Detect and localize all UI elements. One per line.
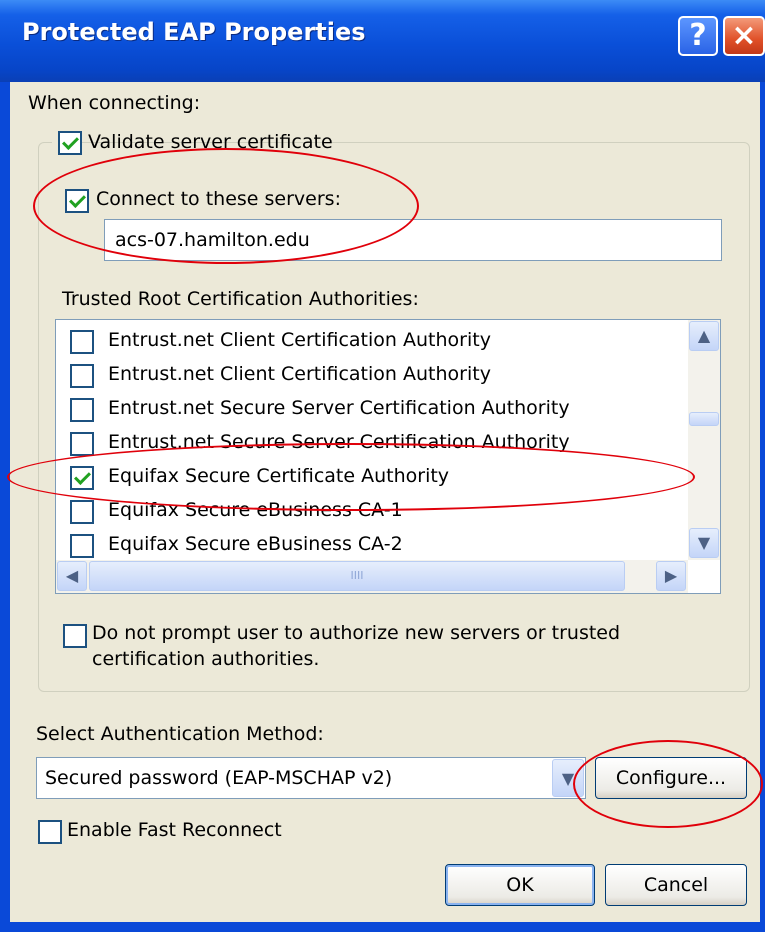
horizontal-scrollbar[interactable]: ◀ IIII ▶ <box>56 560 688 593</box>
cert-checkbox[interactable] <box>70 500 94 524</box>
auth-method-label: Select Authentication Method: <box>36 723 324 745</box>
cert-list-item[interactable]: Entrust.net Client Certification Authori… <box>56 358 686 392</box>
scroll-down-icon[interactable]: ▼ <box>689 528 719 558</box>
servers-input-value: acs-07.hamilton.edu <box>115 229 310 251</box>
scroll-right-icon[interactable]: ▶ <box>656 561 686 591</box>
validate-server-cert-checkbox[interactable] <box>58 131 82 155</box>
dialog-client-area: When connecting: Validate server certifi… <box>10 82 760 922</box>
cert-list-item[interactable]: Entrust.net Client Certification Authori… <box>56 324 686 358</box>
dialog-title: Protected EAP Properties <box>22 18 366 46</box>
servers-input[interactable]: acs-07.hamilton.edu <box>104 219 722 261</box>
help-button[interactable]: ? <box>678 16 718 56</box>
cancel-button[interactable]: Cancel <box>605 864 747 906</box>
cert-label: Entrust.net Client Certification Authori… <box>108 363 491 385</box>
cert-checkbox[interactable] <box>70 364 94 388</box>
cert-label: Entrust.net Client Certification Authori… <box>108 329 491 351</box>
vertical-scrollbar[interactable]: ▲ ▼ <box>688 320 720 560</box>
chevron-down-icon[interactable]: ▼ <box>552 759 584 797</box>
do-not-prompt-label-line1: Do not prompt user to authorize new serv… <box>92 622 621 644</box>
connect-to-servers-checkbox[interactable] <box>65 189 89 213</box>
cert-list-item[interactable]: Equifax Secure eBusiness CA-1 <box>56 494 686 528</box>
do-not-prompt-checkbox[interactable] <box>63 624 87 648</box>
cert-label: Entrust.net Secure Server Certification … <box>108 397 570 419</box>
window-border-bottom <box>0 922 765 932</box>
cert-list-item[interactable]: Entrust.net Secure Server Certification … <box>56 392 686 426</box>
title-bar[interactable]: Protected EAP Properties ? × <box>0 0 765 82</box>
ok-button[interactable]: OK <box>445 864 595 906</box>
vertical-scroll-thumb[interactable] <box>689 412 719 426</box>
cert-label: Equifax Secure Certificate Authority <box>108 465 450 487</box>
validate-server-cert-label: Validate server certificate <box>88 131 333 153</box>
horizontal-scroll-thumb[interactable]: IIII <box>89 561 625 591</box>
cert-list[interactable]: Entrust.net Client Certification Authori… <box>55 319 721 594</box>
auth-method-select[interactable]: Secured password (EAP-MSCHAP v2) ▼ <box>36 757 586 799</box>
trusted-root-label: Trusted Root Certification Authorities: <box>62 288 419 310</box>
cert-checkbox[interactable] <box>70 398 94 422</box>
cert-checkbox[interactable] <box>70 432 94 456</box>
cert-checkbox[interactable] <box>70 534 94 558</box>
cert-label: Equifax Secure eBusiness CA-2 <box>108 533 403 555</box>
dialog-window: Protected EAP Properties ? × When connec… <box>0 0 765 932</box>
do-not-prompt-label-line2: certification authorities. <box>92 648 320 670</box>
cert-label: Equifax Secure eBusiness CA-1 <box>108 499 403 521</box>
scroll-left-icon[interactable]: ◀ <box>57 561 87 591</box>
window-border-right <box>760 82 765 932</box>
cert-list-item[interactable]: Entrust.net Secure Server Certification … <box>56 426 686 460</box>
fast-reconnect-label: Enable Fast Reconnect <box>67 819 282 841</box>
cert-checkbox[interactable] <box>70 466 94 490</box>
configure-button[interactable]: Configure... <box>595 757 747 799</box>
cert-list-item[interactable]: Equifax Secure Certificate Authority <box>56 460 686 494</box>
close-button[interactable]: × <box>723 16 765 56</box>
when-connecting-label: When connecting: <box>28 92 201 114</box>
cert-label: Entrust.net Secure Server Certification … <box>108 431 570 453</box>
auth-method-value: Secured password (EAP-MSCHAP v2) <box>45 767 393 789</box>
cert-list-item[interactable]: Equifax Secure eBusiness CA-2 <box>56 528 686 562</box>
fast-reconnect-checkbox[interactable] <box>38 820 62 844</box>
cert-checkbox[interactable] <box>70 330 94 354</box>
connect-to-servers-label: Connect to these servers: <box>96 188 341 210</box>
scroll-up-icon[interactable]: ▲ <box>689 321 719 351</box>
validate-server-cert-option[interactable]: Validate server certificate <box>52 128 333 158</box>
